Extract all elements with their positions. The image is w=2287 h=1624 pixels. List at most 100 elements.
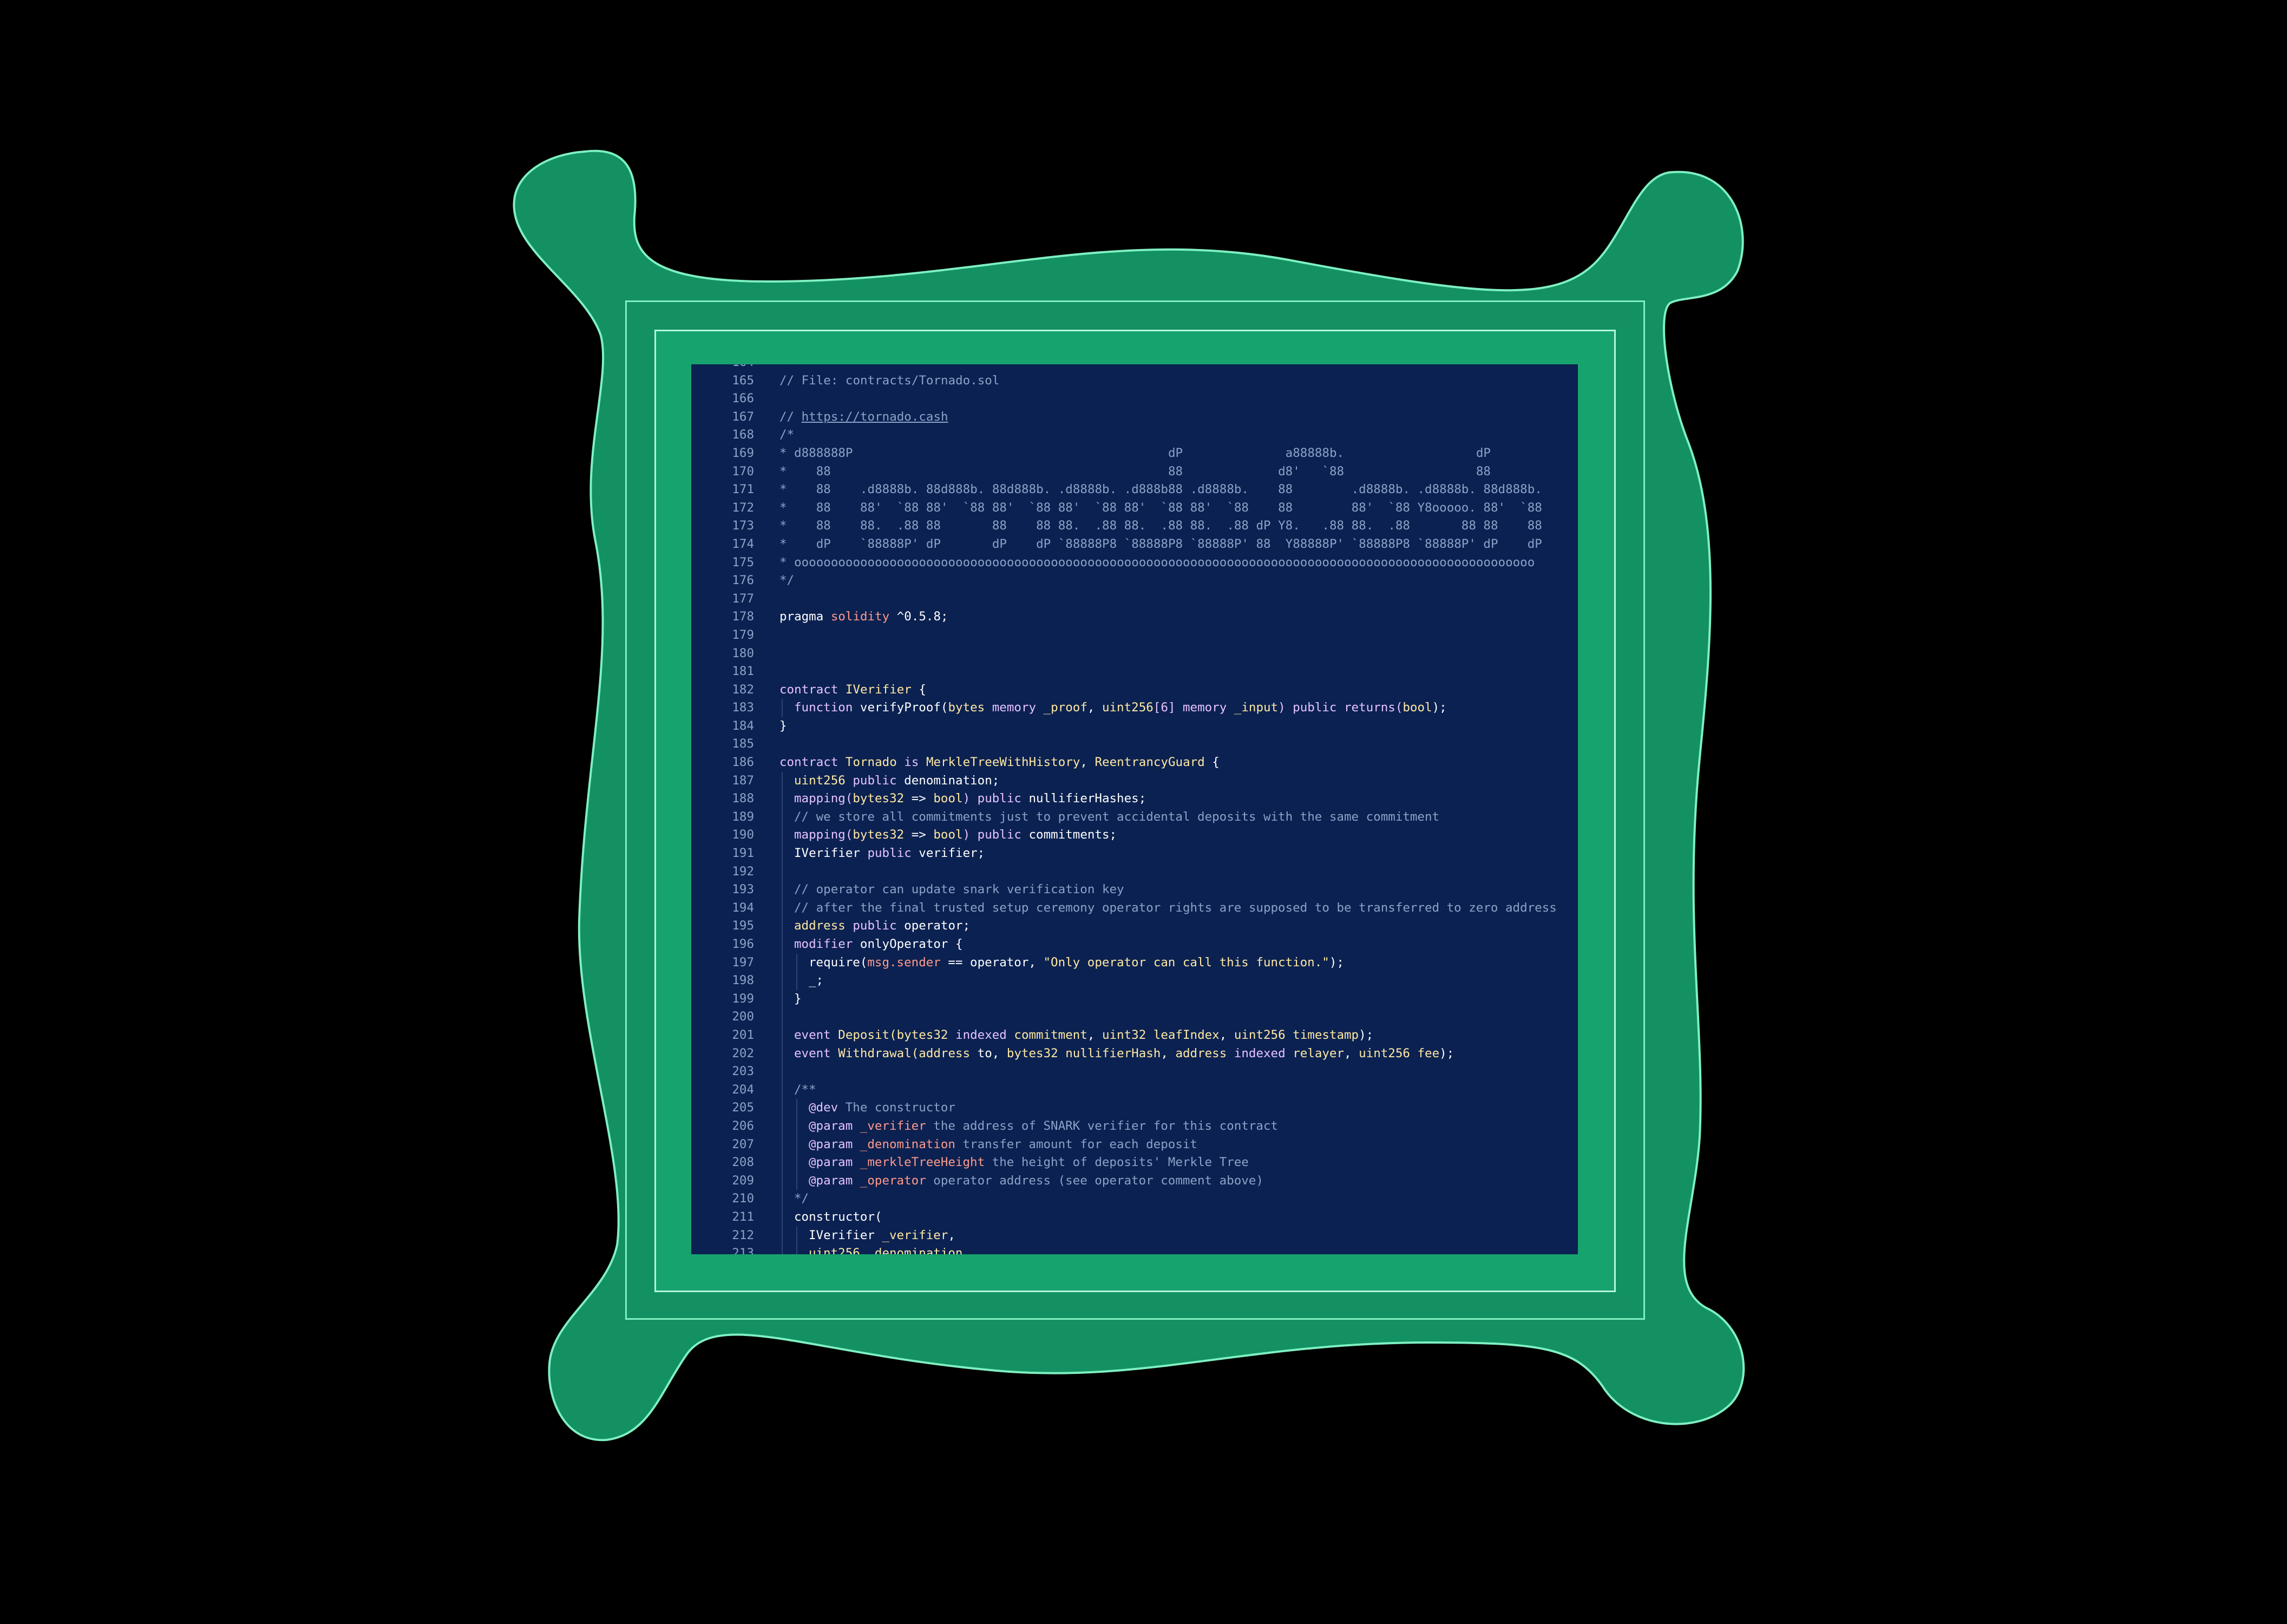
indent-guide <box>782 699 783 717</box>
code-text: event Withdrawal(address to, bytes32 nul… <box>794 1045 1454 1063</box>
code-token: commitments; <box>1028 828 1117 842</box>
indent-guide <box>796 1226 797 1245</box>
code-token: event <box>794 1027 838 1042</box>
code-token: ) public <box>962 791 1029 806</box>
code-token: _proof <box>1043 700 1087 715</box>
line-number: 194 <box>732 900 754 915</box>
code-token: fee <box>1410 1046 1440 1060</box>
code-text: mapping(bytes32 => bool) public nullifie… <box>794 790 1146 808</box>
code-token: mapping( <box>794 791 853 806</box>
code-token: bytes32 <box>896 1027 948 1042</box>
code-token: ReentrancyGuard <box>1095 755 1205 770</box>
code-line: 165 // File: contracts/Tornado.sol <box>691 372 1578 390</box>
code-token: * 88 .d8888b. 88d888b. 88d888b. .d8888b.… <box>779 482 1542 497</box>
code-text: uint256 public denomination; <box>794 772 999 790</box>
code-text: * 88 88' `88 88' `88 88' `88 88' `88 88'… <box>779 499 1542 518</box>
code-text: * oooooooooooooooooooooooooooooooooooooo… <box>779 554 1535 572</box>
line-number: 188 <box>732 791 754 806</box>
code-text: modifier onlyOperator { <box>794 935 963 954</box>
code-text: function verifyProof(bytes memory _proof… <box>794 699 1447 717</box>
code-token: , <box>948 1228 955 1242</box>
indent-guide <box>782 1135 783 1154</box>
code-line: 181 <box>691 663 1578 681</box>
code-token: uint256 <box>1359 1046 1410 1060</box>
code-editor[interactable]: 164165// File: contracts/Tornado.sol1661… <box>691 364 1578 1254</box>
code-line: 184} <box>691 717 1578 736</box>
code-token: , <box>1161 1046 1176 1060</box>
line-number: 169 <box>732 446 754 460</box>
code-line: 175 * ooooooooooooooooooooooooooooooooooo… <box>691 554 1578 572</box>
line-number: 204 <box>732 1082 754 1097</box>
line-number: 206 <box>732 1118 754 1133</box>
code-token: _denomination <box>853 1137 955 1151</box>
line-number: 190 <box>732 828 754 842</box>
code-token: * d888888P dP a88888b. dP <box>779 446 1491 460</box>
code-line: 200 <box>691 1008 1578 1026</box>
line-number: 182 <box>732 682 754 697</box>
code-text: */ <box>779 572 794 590</box>
code-token: @dev <box>809 1101 838 1115</box>
code-token: address <box>919 1046 971 1060</box>
line-number: 173 <box>732 519 754 533</box>
code-token: bytes32 <box>853 828 905 842</box>
code-token: verifyProof( <box>860 700 948 715</box>
code-line: 205 @dev The constructor <box>691 1099 1578 1117</box>
code-line: 198 _; <box>691 972 1578 990</box>
code-line: 185 <box>691 735 1578 754</box>
line-number: 180 <box>732 646 754 660</box>
code-text: */ <box>794 1190 809 1208</box>
code-line: 177 <box>691 590 1578 608</box>
code-line: 186 contract Tornado is MerkleTreeWithHis… <box>691 754 1578 772</box>
indent-guide <box>782 808 783 827</box>
code-line: 188 mapping(bytes32 => bool) public nulli… <box>691 790 1578 808</box>
code-text: uint256 _denomination, <box>809 1245 970 1254</box>
code-token: solidity <box>830 610 890 624</box>
code-line: 182 contract IVerifier { <box>691 681 1578 699</box>
indent-guide <box>782 917 783 935</box>
code-line: 176 */ <box>691 572 1578 590</box>
code-token: commitment <box>1014 1027 1087 1042</box>
code-token: , <box>1344 1046 1359 1060</box>
code-token: , <box>1219 1027 1234 1042</box>
line-number: 171 <box>732 482 754 497</box>
code-token: _verifier <box>853 1118 926 1133</box>
code-token: bytes <box>948 700 985 715</box>
code-token: the height of deposits' Merkle Tree <box>985 1155 1249 1170</box>
code-token: @param <box>809 1118 853 1133</box>
code-token: , <box>1080 755 1095 770</box>
code-text: * 88 88. .88 88 88 88 88. .88 88. .88 88… <box>779 517 1542 535</box>
code-text: * 88 .d8888b. 88d888b. 88d888b. .d8888b.… <box>779 481 1542 499</box>
line-number: 179 <box>732 627 754 642</box>
code-token: The constructor <box>838 1101 955 1115</box>
code-token: nullifierHash <box>1058 1046 1161 1060</box>
code-token: contract <box>779 682 846 697</box>
code-token: // File: contracts/Tornado.sol <box>779 373 1000 388</box>
indent-guide <box>782 1226 783 1245</box>
code-line: 211 constructor( <box>691 1208 1578 1227</box>
line-number: 199 <box>732 991 754 1006</box>
code-token: uint256 <box>794 773 846 788</box>
code-token: == operator, <box>940 955 1044 970</box>
code-token: pragma <box>779 610 831 624</box>
code-token: uint256 <box>1102 700 1154 715</box>
line-number: 198 <box>732 973 754 988</box>
code-token: IVerifier <box>845 682 912 697</box>
code-line: 194 // after the final trusted setup cere… <box>691 899 1578 918</box>
code-text: contract Tornado is MerkleTreeWithHistor… <box>779 754 1220 772</box>
code-text: event Deposit(bytes32 indexed commitment… <box>794 1026 1373 1045</box>
code-token: // operator can update snark verificatio… <box>794 882 1124 897</box>
code-text: * d888888P dP a88888b. dP <box>779 444 1491 463</box>
code-line: 173 * 88 88. .88 88 88 88 88. .88 88. .88… <box>691 517 1578 535</box>
code-token: @param <box>809 1173 853 1188</box>
code-line: 192 <box>691 862 1578 881</box>
code-line: 208 @param _merkleTreeHeight the height o… <box>691 1154 1578 1172</box>
code-token: modifier <box>794 937 860 951</box>
line-number: 166 <box>732 391 754 406</box>
code-token: _verifier <box>874 1228 948 1242</box>
line-number: 205 <box>732 1101 754 1115</box>
code-token[interactable]: https://tornado.cash <box>802 410 948 424</box>
code-token: * oooooooooooooooooooooooooooooooooooooo… <box>779 555 1535 569</box>
code-token: bytes32 <box>1006 1046 1058 1060</box>
code-token: ); <box>1439 1046 1454 1060</box>
code-token: /* <box>779 428 795 442</box>
